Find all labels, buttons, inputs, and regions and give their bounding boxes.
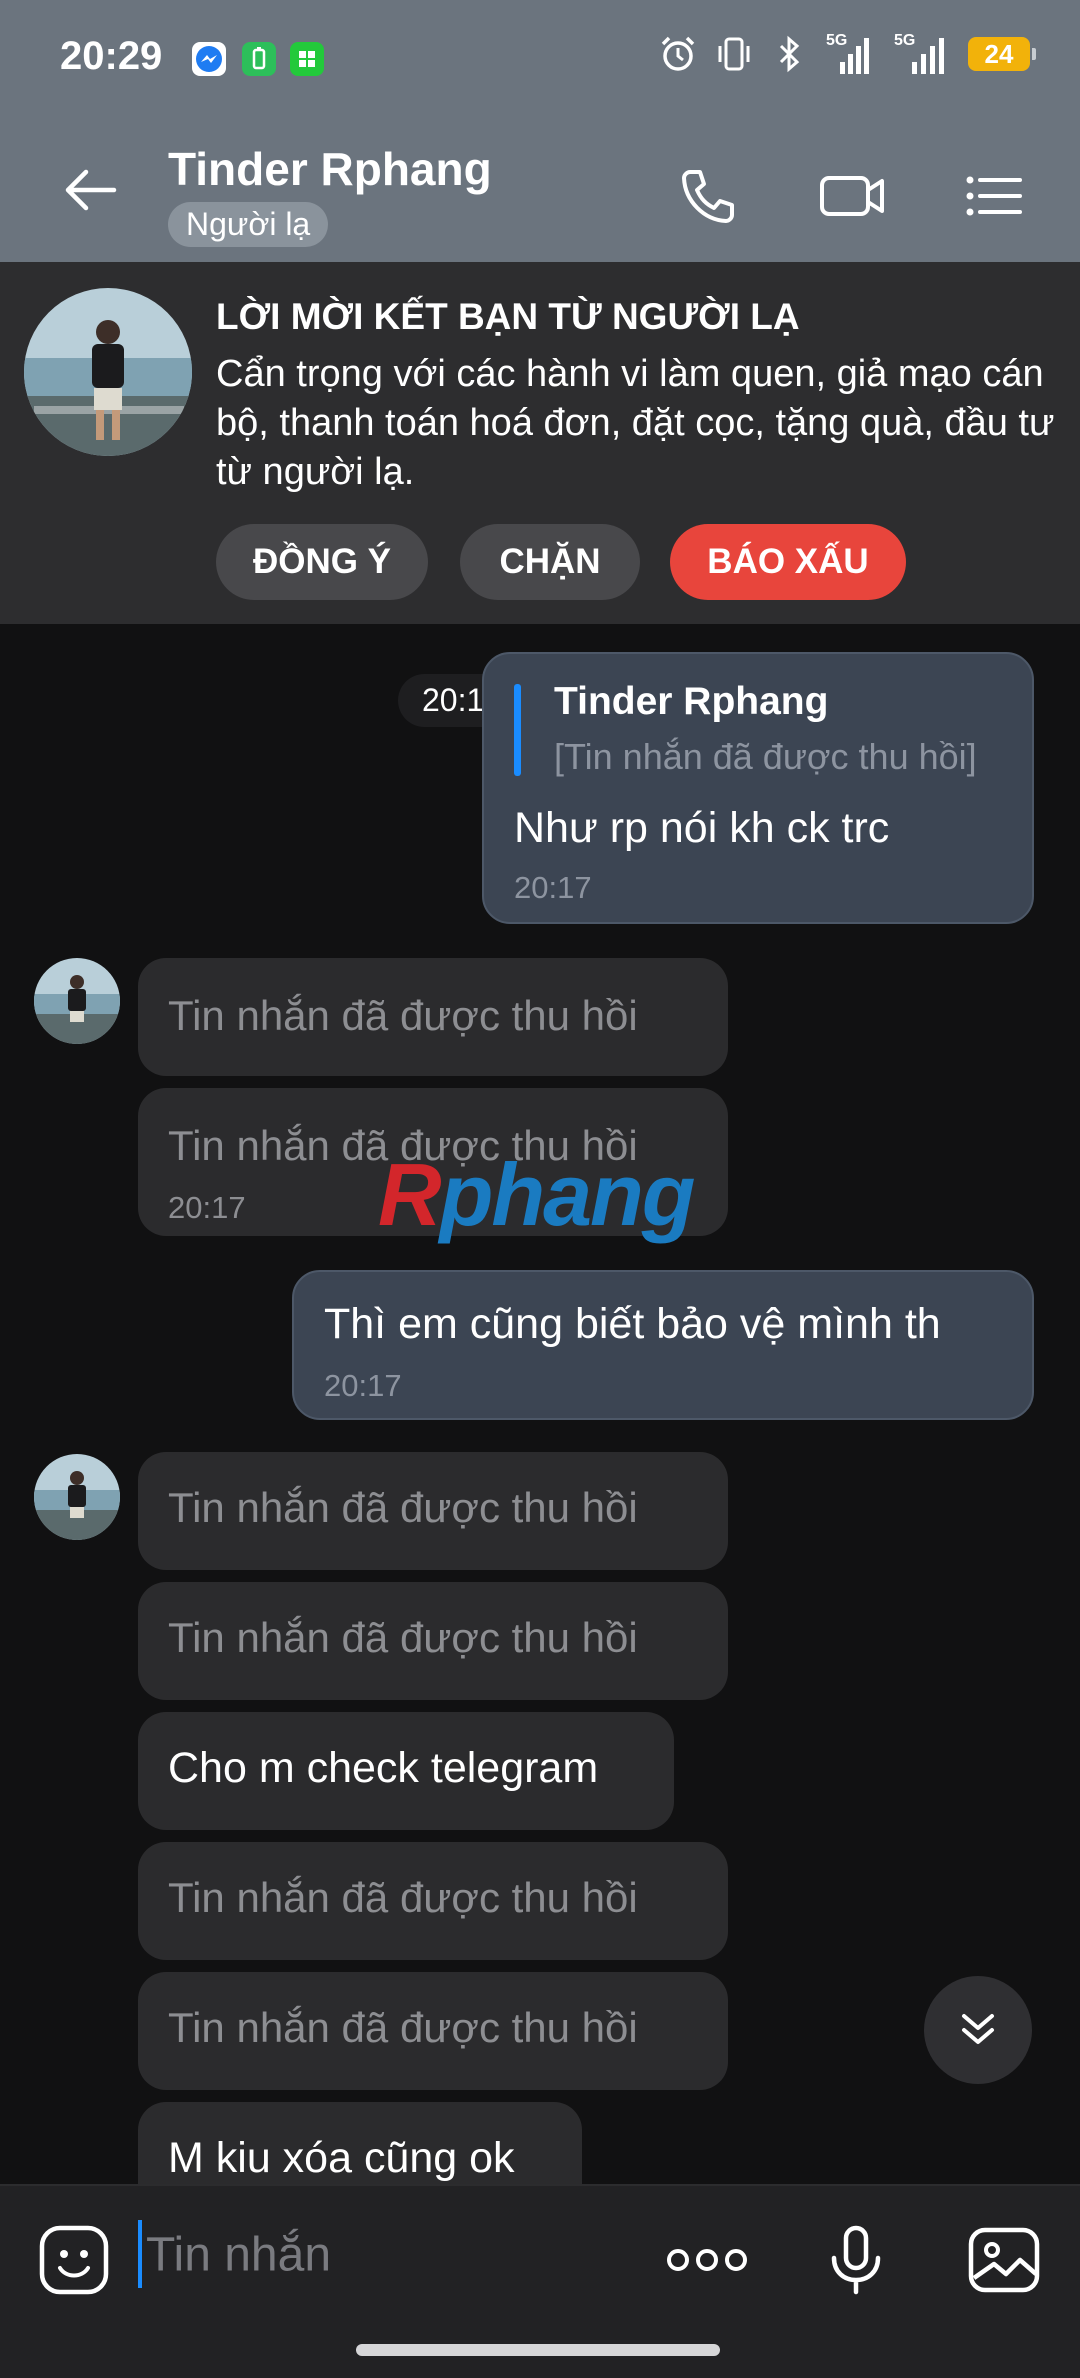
menu-list-icon[interactable] (962, 164, 1026, 228)
message-list[interactable]: 20:17 Hôm nay Tinder Rphang [Tin nhắn đã… (0, 624, 1080, 2184)
watermark-r: R (378, 1145, 442, 1244)
quote-text: [Tin nhắn đã được thu hồi] (554, 736, 977, 777)
avatar[interactable] (34, 1454, 120, 1540)
message-text: Cho m check telegram (168, 1744, 599, 1792)
message-bubble-incoming[interactable]: Cho m check telegram (138, 1712, 674, 1830)
scroll-to-bottom-button[interactable] (924, 1976, 1032, 2084)
green-app-icon (290, 42, 324, 76)
message-bubble-incoming[interactable]: Tin nhắn đã được thu hồi (138, 958, 728, 1076)
alarm-icon (658, 32, 698, 76)
signal-icon: 5G (826, 32, 872, 76)
phone-icon[interactable] (676, 164, 740, 228)
message-input-placeholder: Tin nhắn (146, 2228, 332, 2282)
recalled-message-text: Tin nhắn đã được thu hồi (168, 2004, 638, 2051)
message-bubble-incoming[interactable]: M kiu xóa cũng ok (138, 2102, 582, 2184)
message-time: 20:17 (168, 1190, 246, 1225)
rphang-watermark: Rphang (378, 1144, 696, 1246)
signal-icon: 5G (888, 32, 952, 76)
banner-title: LỜI MỜI KẾT BẠN TỪ NGƯỜI LẠ (216, 296, 800, 337)
recalled-message-text: Tin nhắn đã được thu hồi (168, 1874, 638, 1921)
message-bubble-incoming[interactable]: Tin nhắn đã được thu hồi (138, 1452, 728, 1570)
chat-header: Tinder Rphang Người lạ (0, 120, 1080, 262)
message-bubble-incoming[interactable]: Tin nhắn đã được thu hồi (138, 1972, 728, 2090)
block-button[interactable]: CHẶN (460, 524, 640, 600)
status-bar: 20:29 5G 5G 24 (0, 0, 1080, 120)
more-dots-icon[interactable] (662, 2222, 752, 2298)
message-bubble-outgoing[interactable]: Tinder Rphang [Tin nhắn đã được thu hồi]… (482, 652, 1034, 924)
message-text: M kiu xóa cũng ok (168, 2134, 515, 2182)
image-icon[interactable] (966, 2222, 1042, 2298)
recalled-message-text: Tin nhắn đã được thu hồi (168, 992, 638, 1039)
stranger-request-banner: LỜI MỜI KẾT BẠN TỪ NGƯỜI LẠ Cẩn trọng vớ… (0, 262, 1080, 624)
message-text: Như rp nói kh ck trc (514, 804, 890, 852)
message-bubble-incoming[interactable]: Tin nhắn đã được thu hồi (138, 1842, 728, 1960)
home-indicator[interactable] (356, 2344, 720, 2356)
recalled-message-text: Tin nhắn đã được thu hồi (168, 1614, 638, 1661)
status-time: 20:29 (60, 34, 163, 78)
message-input[interactable]: Tin nhắn (138, 2220, 332, 2292)
banner-warning: Cẩn trọng với các hành vi làm quen, giả … (216, 353, 1055, 493)
message-bubble-incoming[interactable]: Tin nhắn đã được thu hồi (138, 1582, 728, 1700)
status-right-icons: 5G 5G 24 (658, 32, 1036, 76)
message-text: Thì em cũng biết bảo vệ mình th (324, 1300, 941, 1348)
back-arrow-icon[interactable] (60, 160, 120, 220)
video-call-icon[interactable] (818, 164, 884, 228)
contact-name[interactable]: Tinder Rphang (168, 142, 492, 196)
report-button[interactable]: BÁO XẤU (670, 524, 906, 600)
message-time: 20:17 (514, 870, 592, 905)
battery-app-icon (242, 42, 276, 76)
watermark-rest: phang (439, 1145, 696, 1244)
recalled-message-text: Tin nhắn đã được thu hồi (168, 1484, 638, 1531)
microphone-icon[interactable] (818, 2222, 894, 2298)
sticker-icon[interactable] (36, 2222, 112, 2298)
quote-author: Tinder Rphang (554, 680, 829, 723)
text-caret (138, 2220, 142, 2288)
network-label: 5G (894, 32, 916, 49)
messenger-icon (192, 42, 226, 76)
stranger-tag: Người lạ (168, 202, 329, 247)
avatar[interactable] (24, 288, 192, 456)
message-time: 20:17 (324, 1368, 402, 1403)
vibrate-icon (714, 32, 754, 76)
quote-bar (514, 684, 521, 776)
avatar[interactable] (34, 958, 120, 1044)
network-label: 5G (826, 32, 848, 49)
message-bubble-outgoing[interactable]: Thì em cũng biết bảo vệ mình th 20:17 (292, 1270, 1034, 1420)
bluetooth-icon (770, 32, 810, 76)
double-chevron-down-icon (962, 2014, 994, 2044)
battery-indicator: 24 (968, 37, 1036, 71)
accept-button[interactable]: ĐỒNG Ý (216, 524, 428, 600)
